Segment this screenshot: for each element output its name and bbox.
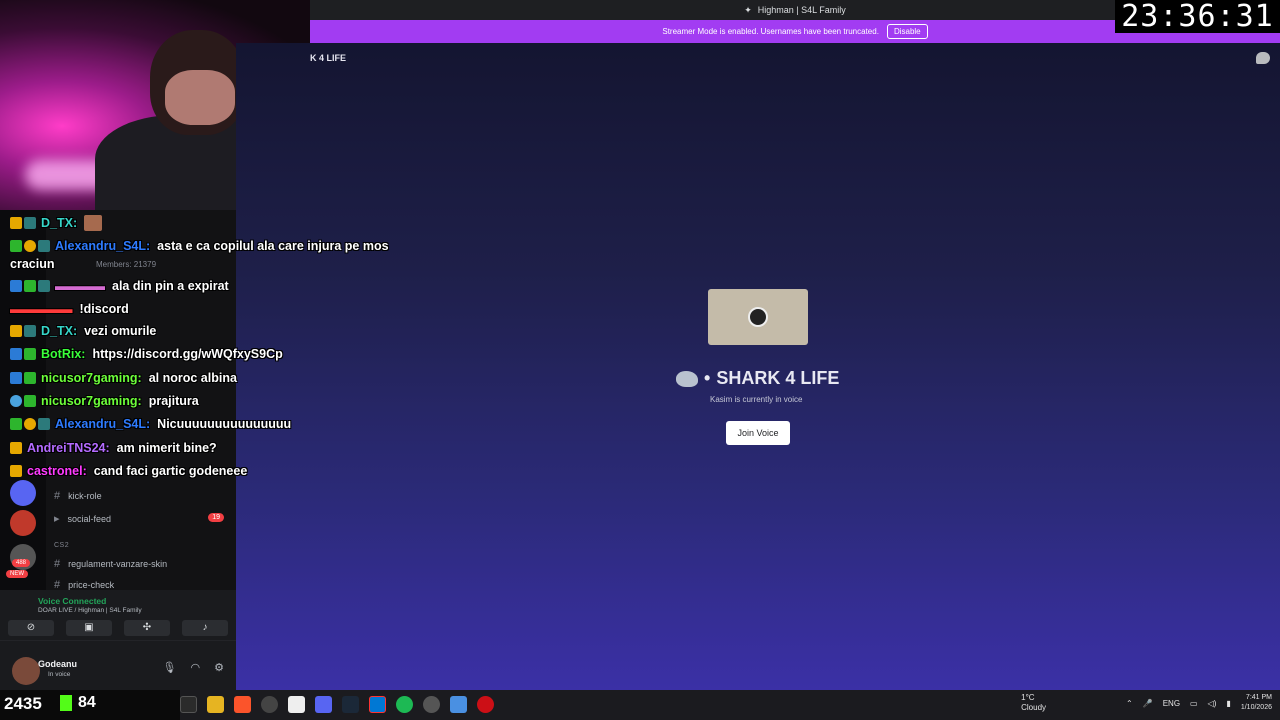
voice-connected-panel: Voice Connected DOAR LIVE / Highman | S4…	[0, 590, 236, 640]
kick-logo-icon	[60, 695, 72, 711]
chevron-up-icon[interactable]: ⌃	[1126, 699, 1133, 708]
microphone-icon[interactable]: 🎙	[163, 661, 177, 674]
avatar[interactable]	[12, 657, 40, 685]
channel-label: price-check	[68, 580, 115, 590]
channel-item[interactable]: ▸ social-feed	[54, 512, 111, 525]
voice-connected-status[interactable]: Voice Connected	[38, 596, 106, 606]
hash-icon: #	[54, 558, 61, 570]
server-mention-badge: 488	[12, 559, 31, 567]
date: 1/10/2026	[1240, 704, 1272, 711]
discord-sidebar: 488 NEW Members: 21379 # kick-role ▸ soc…	[0, 210, 236, 690]
weather-widget[interactable]: 1°C Cloudy	[1021, 693, 1046, 713]
screen-share-icon[interactable]: ▣	[66, 620, 112, 636]
system-tray: 1°C Cloudy ⌃ 🎤 ENG ▭ ◁) ▮ 7:41 PM 1/10/2…	[1021, 693, 1272, 713]
camera-off-icon[interactable]: ⊘	[8, 620, 54, 636]
voice-channel-name: • SHARK 4 LIFE	[676, 368, 839, 389]
calculator-icon[interactable]	[288, 696, 305, 713]
viewer-counter: 2435	[4, 694, 42, 713]
voice-participant-card[interactable]	[708, 289, 808, 345]
voice-name-text: SHARK 4 LIFE	[716, 368, 840, 388]
unread-badge: 19	[208, 513, 224, 522]
megaphone-icon: ▸	[54, 513, 60, 525]
steam-icon[interactable]	[342, 696, 359, 713]
join-voice-button[interactable]: Join Voice	[726, 421, 790, 445]
avatar	[748, 307, 768, 327]
folder-icon[interactable]	[207, 696, 224, 713]
streamer-face	[165, 70, 235, 125]
window-icon[interactable]	[180, 696, 197, 713]
discord-logo-icon: ✦	[744, 4, 752, 15]
app-icon[interactable]	[369, 696, 386, 713]
kick-viewer-count: 84	[78, 694, 96, 711]
battery-icon[interactable]: ▮	[1226, 699, 1230, 708]
obs-icon[interactable]	[261, 696, 278, 713]
banner-text: Streamer Mode is enabled. Usernames have…	[662, 27, 879, 36]
user-panel: Godeanu In voice 🎙 ◠ ⚙	[0, 640, 236, 690]
voice-name-prefix: •	[704, 368, 711, 388]
date-time[interactable]: 7:41 PM 1/10/2026	[1241, 693, 1272, 713]
activities-icon[interactable]: ✣	[124, 620, 170, 636]
stream-clock: 23:36:31	[1115, 0, 1280, 33]
new-badge: NEW	[6, 570, 28, 578]
server-icon[interactable]	[10, 510, 36, 536]
soundboard-icon[interactable]: ♪	[182, 620, 228, 636]
volume-icon[interactable]: ◁)	[1208, 699, 1217, 708]
hash-icon: #	[54, 490, 61, 502]
disable-streamer-mode-button[interactable]: Disable	[886, 24, 928, 39]
user-status: In voice	[48, 671, 71, 678]
windows-taskbar: 2435 84 1°C Cloudy ⌃ 🎤 ENG ▭ ◁) ▮ 7:41 P…	[0, 690, 1280, 720]
shark-icon	[676, 370, 698, 387]
voice-channel-view: K 4 LIFE • SHARK 4 LIFE Kasim is current…	[236, 43, 1280, 690]
opera-icon[interactable]	[477, 696, 494, 713]
time: 7:41 PM	[1245, 694, 1272, 701]
stream-stats: 2435 84	[0, 690, 180, 720]
channel-title: K 4 LIFE	[310, 53, 347, 63]
window-title: Highman | S4L Family	[757, 5, 846, 15]
channel-item[interactable]: # regulament-vanzare-skin	[54, 558, 167, 570]
taskbar-apps	[180, 696, 494, 713]
weather-desc: Cloudy	[1021, 703, 1047, 712]
headphones-icon[interactable]: ◠	[191, 661, 201, 674]
language-indicator[interactable]: ENG	[1163, 699, 1180, 708]
user-name: Godeanu	[38, 659, 78, 669]
gear-icon[interactable]: ⚙	[214, 661, 224, 674]
channel-label: kick-role	[68, 491, 102, 501]
channel-item[interactable]: # kick-role	[54, 490, 102, 502]
channel-label: social-feed	[67, 513, 112, 524]
github-icon[interactable]	[423, 696, 440, 713]
spotify-icon[interactable]	[396, 696, 413, 713]
weather-temp: 1°C	[1021, 693, 1035, 702]
voice-status-text: Kasim is currently in voice	[710, 395, 803, 404]
members-count: Members: 21379	[96, 260, 157, 269]
channel-list: Members: 21379 # kick-role ▸ social-feed…	[46, 210, 236, 591]
notepad-icon[interactable]	[450, 696, 467, 713]
voice-channel-path: DOAR LIVE / Highman | S4L Family	[38, 607, 142, 614]
discord-icon[interactable]	[315, 696, 332, 713]
category-header[interactable]: CS2	[54, 542, 69, 549]
chat-bubble-icon[interactable]	[1256, 52, 1270, 64]
channel-label: regulament-vanzare-skin	[68, 559, 168, 569]
brave-browser-icon[interactable]	[234, 696, 251, 713]
network-icon[interactable]: ▭	[1190, 699, 1198, 708]
server-icon[interactable]	[10, 480, 36, 506]
microphone-icon[interactable]: 🎤	[1143, 699, 1153, 708]
